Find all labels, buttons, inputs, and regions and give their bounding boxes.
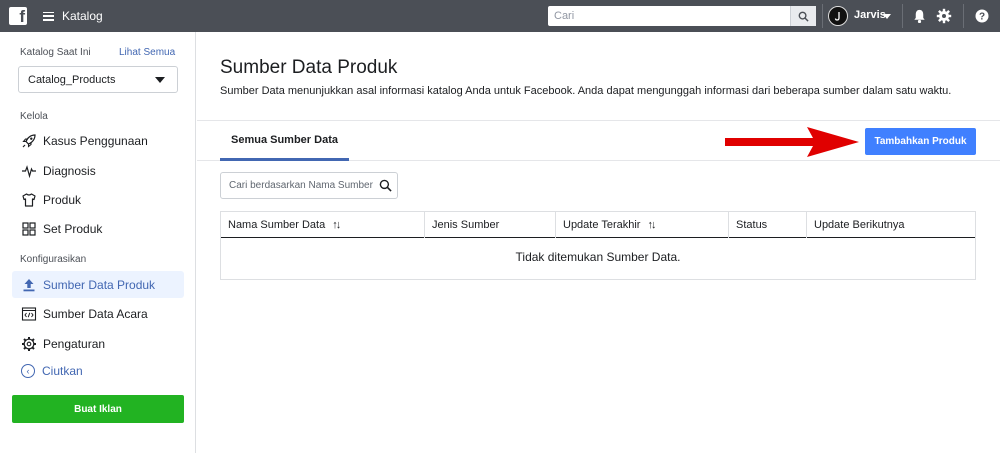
facebook-logo-icon[interactable]: f bbox=[9, 7, 27, 26]
bell-icon[interactable] bbox=[910, 7, 928, 25]
top-search-input[interactable] bbox=[548, 6, 790, 26]
column-label: Status bbox=[736, 219, 768, 231]
collapse-label: Ciutkan bbox=[42, 364, 83, 378]
sidebar-item-use-cases[interactable]: Kasus Penggunaan bbox=[12, 127, 184, 154]
search-icon bbox=[798, 11, 809, 22]
sidebar-item-product-sets[interactable]: Set Produk bbox=[12, 215, 184, 242]
column-header-status: Status bbox=[729, 212, 807, 238]
sidebar-item-label: Sumber Data Produk bbox=[43, 277, 156, 292]
section-label-configure: Konfigurasikan bbox=[20, 254, 87, 265]
page-title: Sumber Data Produk bbox=[220, 57, 398, 78]
view-all-link[interactable]: Lihat Semua bbox=[119, 47, 175, 58]
catalog-label: Katalog Saat Ini bbox=[20, 47, 91, 58]
menu-icon[interactable] bbox=[43, 11, 54, 21]
grid-icon bbox=[21, 221, 37, 237]
add-products-button[interactable]: Tambahkan Produk bbox=[865, 128, 976, 155]
user-name[interactable]: Jarvis bbox=[854, 9, 886, 21]
top-bar: f Katalog Jarvis ? bbox=[0, 0, 1000, 32]
sidebar-item-settings[interactable]: Pengaturan bbox=[12, 330, 184, 357]
search-button[interactable] bbox=[790, 6, 816, 26]
divider bbox=[963, 4, 964, 28]
sidebar-item-product-data-sources[interactable]: Sumber Data Produk bbox=[12, 271, 184, 298]
shirt-icon bbox=[21, 192, 37, 208]
data-sources-table: Nama Sumber Data ↑↓ Jenis Sumber Update … bbox=[220, 211, 976, 280]
tab-all-data-sources[interactable]: Semua Sumber Data bbox=[220, 121, 349, 161]
catalog-dropdown[interactable]: Catalog_Products bbox=[18, 66, 178, 93]
chevron-down-icon[interactable] bbox=[883, 14, 891, 19]
column-label: Nama Sumber Data bbox=[228, 219, 326, 231]
divider bbox=[902, 4, 903, 28]
divider bbox=[822, 4, 823, 28]
sidebar-item-label: Diagnosis bbox=[43, 163, 96, 178]
pulse-icon bbox=[21, 163, 37, 179]
upload-icon bbox=[21, 277, 37, 293]
code-icon bbox=[21, 306, 37, 322]
sidebar-item-diagnostics[interactable]: Diagnosis bbox=[12, 157, 184, 184]
data-source-search bbox=[220, 172, 398, 199]
main-content: Sumber Data Produk Sumber Data menunjukk… bbox=[197, 32, 1000, 453]
column-header-next-update: Update Berikutnya bbox=[807, 212, 975, 238]
create-ad-button[interactable]: Buat Iklan bbox=[12, 395, 184, 423]
sidebar-item-label: Kasus Penggunaan bbox=[43, 133, 148, 148]
sidebar-item-label: Set Produk bbox=[43, 221, 103, 236]
app-title: Katalog bbox=[62, 9, 103, 23]
data-source-search-input[interactable] bbox=[221, 180, 373, 191]
table-header: Nama Sumber Data ↑↓ Jenis Sumber Update … bbox=[221, 212, 975, 238]
collapse-button[interactable]: ‹ Ciutkan bbox=[21, 364, 83, 378]
sort-icon[interactable]: ↑↓ bbox=[647, 219, 656, 231]
sidebar-item-label: Pengaturan bbox=[43, 336, 106, 351]
sidebar-item-label: Produk bbox=[43, 192, 82, 207]
top-search bbox=[548, 6, 816, 26]
column-header-source-type: Jenis Sumber bbox=[425, 212, 556, 238]
sidebar-item-label: Sumber Data Acara bbox=[43, 306, 148, 321]
rocket-icon bbox=[21, 133, 37, 149]
chevron-down-icon bbox=[155, 77, 165, 83]
page-description: Sumber Data menunjukkan asal informasi k… bbox=[220, 85, 952, 97]
search-icon[interactable] bbox=[373, 179, 397, 192]
gear-icon bbox=[21, 336, 37, 352]
sort-icon[interactable]: ↑↓ bbox=[332, 219, 341, 231]
catalog-selected-value: Catalog_Products bbox=[28, 73, 116, 86]
avatar[interactable] bbox=[828, 6, 848, 26]
gear-icon[interactable] bbox=[935, 7, 953, 25]
empty-state-message: Tidak ditemukan Sumber Data. bbox=[515, 250, 681, 264]
column-header-last-update[interactable]: Update Terakhir ↑↓ bbox=[556, 212, 729, 238]
column-label: Update Berikutnya bbox=[814, 219, 905, 231]
red-arrow-annotation bbox=[725, 127, 859, 157]
sidebar-item-event-data-sources[interactable]: Sumber Data Acara bbox=[12, 300, 184, 327]
column-label: Jenis Sumber bbox=[432, 219, 500, 231]
sidebar-item-products[interactable]: Produk bbox=[12, 186, 184, 213]
column-label: Update Terakhir bbox=[563, 219, 641, 231]
column-header-source-name[interactable]: Nama Sumber Data ↑↓ bbox=[221, 212, 425, 238]
chevron-left-icon: ‹ bbox=[21, 364, 35, 378]
svg-text:?: ? bbox=[979, 12, 985, 23]
sidebar: Katalog Saat Ini Lihat Semua Catalog_Pro… bbox=[0, 32, 196, 453]
help-icon[interactable]: ? bbox=[973, 7, 991, 25]
section-label-manage: Kelola bbox=[20, 111, 48, 122]
